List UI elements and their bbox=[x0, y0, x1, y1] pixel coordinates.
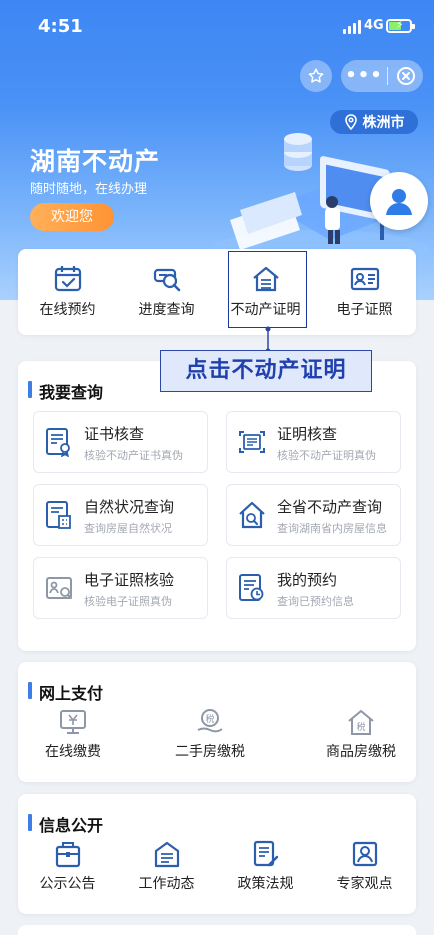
info-label: 工作动态 bbox=[138, 876, 195, 892]
svg-text:税: 税 bbox=[356, 721, 365, 733]
more-menu-button[interactable]: ••• bbox=[341, 61, 387, 91]
query-certificate-check[interactable]: 证书核查 核验不动产证书真伪 bbox=[33, 411, 208, 473]
signal-icon bbox=[343, 20, 361, 34]
payment-second-hand-tax[interactable]: 税 二手房缴税 bbox=[155, 702, 265, 772]
quick-action-label: 电子证照 bbox=[336, 302, 393, 318]
policy-doc-icon bbox=[253, 840, 279, 867]
welcome-button[interactable]: 欢迎您 bbox=[30, 203, 114, 231]
quick-action-e-license[interactable]: 电子证照 bbox=[315, 249, 414, 335]
tile-title: 我的预约 bbox=[277, 571, 338, 589]
house-search-icon bbox=[239, 501, 265, 529]
quick-action-label: 在线预约 bbox=[39, 302, 96, 318]
banner-title: 湖南不动产 bbox=[30, 147, 161, 176]
banner-subtitle: 随时随地，在线办理 bbox=[30, 182, 148, 197]
query-my-appointment[interactable]: 我的预约 查询已预约信息 bbox=[226, 557, 401, 619]
battery-icon: ⚡ bbox=[386, 18, 415, 33]
quick-action-progress-query[interactable]: 进度查询 bbox=[117, 249, 216, 335]
proof-check-icon bbox=[239, 431, 265, 453]
tile-subtitle: 核验不动产证明真伪 bbox=[277, 449, 376, 462]
payment-section-card: 网上支付 在线缴费 税 二手房缴税 税 商品房缴税 bbox=[18, 662, 416, 782]
svg-text:税: 税 bbox=[205, 713, 214, 725]
work-news-icon bbox=[154, 841, 180, 868]
info-section-card: 信息公开 公示公告 工作动态 政策法规 专家观点 bbox=[18, 794, 416, 914]
status-bar: 4:51 4G ⚡ bbox=[0, 0, 434, 56]
building-doc-icon bbox=[46, 501, 71, 529]
query-section-card: 我要查询 证书核查 核验不动产证书真伪 证明核查 核验不动产证明真伪 自然状况查… bbox=[18, 361, 416, 651]
status-time: 4:51 bbox=[38, 16, 83, 37]
info-expert-opinion[interactable]: 专家观点 bbox=[315, 834, 414, 904]
tutorial-callout: 点击不动产证明 bbox=[160, 350, 372, 392]
tile-subtitle: 查询湖南省内房屋信息 bbox=[277, 522, 387, 535]
quick-action-online-appointment[interactable]: 在线预约 bbox=[18, 249, 117, 335]
appointment-clock-icon bbox=[239, 574, 264, 601]
query-natural-status[interactable]: 自然状况查询 查询房屋自然状况 bbox=[33, 484, 208, 546]
tax-hand-icon: 税 bbox=[197, 709, 223, 733]
house-certificate-icon bbox=[253, 266, 279, 292]
network-label: 4G bbox=[364, 18, 384, 33]
user-icon bbox=[386, 189, 412, 215]
payment-label: 在线缴费 bbox=[45, 744, 101, 760]
search-progress-icon bbox=[153, 268, 181, 292]
certificate-check-icon bbox=[46, 428, 70, 457]
tile-title: 证书核查 bbox=[84, 425, 145, 443]
query-proof-check[interactable]: 证明核查 核验不动产证明真伪 bbox=[226, 411, 401, 473]
close-miniprogram-button[interactable] bbox=[388, 66, 423, 86]
tile-subtitle: 查询房屋自然状况 bbox=[84, 522, 172, 535]
payment-label: 商品房缴税 bbox=[326, 744, 396, 760]
calendar-check-icon bbox=[54, 266, 82, 292]
section-title: 信息公开 bbox=[28, 812, 103, 836]
announcement-bag-icon bbox=[55, 842, 81, 868]
info-label: 专家观点 bbox=[336, 876, 393, 892]
payment-label: 二手房缴税 bbox=[175, 744, 245, 760]
payment-new-house-tax[interactable]: 税 商品房缴税 bbox=[306, 702, 416, 772]
e-license-check-icon bbox=[46, 577, 72, 599]
query-e-license-verify[interactable]: 电子证照核验 核验电子证照真伪 bbox=[33, 557, 208, 619]
next-card-edge bbox=[18, 925, 416, 935]
tile-subtitle: 核验不动产证书真伪 bbox=[84, 449, 183, 462]
tax-house-icon: 税 bbox=[348, 710, 374, 735]
star-icon bbox=[308, 68, 324, 83]
info-announcement[interactable]: 公示公告 bbox=[18, 834, 117, 904]
close-circle-icon bbox=[396, 67, 415, 85]
miniprogram-capsule: ••• bbox=[341, 60, 423, 92]
id-card-icon bbox=[350, 267, 380, 291]
quick-action-label: 进度查询 bbox=[138, 302, 195, 318]
quick-action-label: 不动产证明 bbox=[230, 302, 301, 318]
tile-title: 全省不动产查询 bbox=[277, 498, 383, 516]
tile-title: 电子证照核验 bbox=[84, 571, 175, 589]
quick-action-property-certificate[interactable]: 不动产证明 bbox=[216, 249, 315, 335]
user-avatar-button[interactable] bbox=[370, 172, 428, 230]
info-label: 政策法规 bbox=[237, 876, 294, 892]
query-province-property[interactable]: 全省不动产查询 查询湖南省内房屋信息 bbox=[226, 484, 401, 546]
section-title: 我要查询 bbox=[28, 379, 103, 403]
expert-icon bbox=[352, 841, 378, 867]
favorite-star-button[interactable] bbox=[300, 60, 332, 92]
tile-title: 自然状况查询 bbox=[84, 498, 175, 516]
payment-online-fee[interactable]: 在线缴费 bbox=[18, 702, 128, 772]
quick-actions-card: 在线预约 进度查询 不动产证明 电子证照 bbox=[18, 249, 416, 335]
online-payment-icon bbox=[60, 710, 86, 734]
info-work-news[interactable]: 工作动态 bbox=[117, 834, 216, 904]
section-title: 网上支付 bbox=[28, 680, 103, 704]
tile-title: 证明核查 bbox=[277, 425, 338, 443]
info-policy[interactable]: 政策法规 bbox=[216, 834, 315, 904]
info-label: 公示公告 bbox=[39, 876, 96, 892]
tile-subtitle: 查询已预约信息 bbox=[277, 595, 354, 608]
tile-subtitle: 核验电子证照真伪 bbox=[84, 595, 172, 608]
